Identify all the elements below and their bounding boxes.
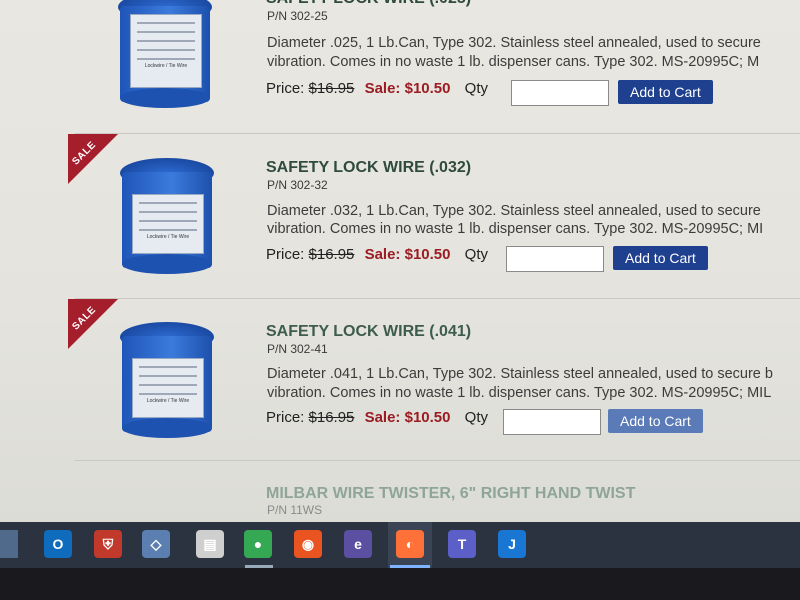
sale-badge: SALE (68, 134, 118, 184)
product-description-line: Diameter .025, 1 Lb.Can, Type 302. Stain… (267, 35, 761, 51)
file-manager-icon[interactable]: ▤ (196, 530, 224, 558)
chrome-icon[interactable]: ● (244, 530, 272, 558)
original-price: $16.95 (308, 80, 355, 97)
teams-icon[interactable]: T (448, 530, 476, 558)
qty-label: Qty (464, 246, 488, 263)
product-image[interactable]: Lockwire / Tie Wire (116, 0, 216, 108)
price-label: Price: (266, 80, 305, 97)
product-title[interactable]: SAFETY LOCK WIRE (.032) (266, 159, 471, 177)
qty-input[interactable] (506, 246, 604, 272)
add-to-cart-button[interactable]: Add to Cart (613, 246, 708, 270)
price-row: Price: $16.95 Sale: $10.50 Qty (266, 80, 488, 97)
shield-app-icon[interactable]: ⛨ (94, 530, 122, 558)
product-image[interactable]: Lockwire / Tie Wire (118, 314, 218, 438)
product-list-page: Lockwire / Tie Wire SAFETY LOCK WIRE (.0… (0, 0, 800, 522)
firefox-icon[interactable]: ◐ (396, 530, 424, 558)
product-part-number: P/N 11WS (267, 503, 323, 517)
qty-input[interactable] (511, 80, 609, 106)
add-to-cart-button[interactable]: Add to Cart (618, 80, 713, 104)
product-title[interactable]: MILBAR WIRE TWISTER, 6" RIGHT HAND TWIST (266, 485, 635, 503)
product-title[interactable]: SAFETY LOCK WIRE (.041) (266, 323, 471, 341)
product-title[interactable]: SAFETY LOCK WIRE (.025) (266, 0, 471, 8)
divider (75, 460, 800, 461)
qty-input[interactable] (503, 409, 601, 435)
product-description-line: Diameter .032, 1 Lb.Can, Type 302. Stain… (267, 203, 761, 219)
ubuntu-icon[interactable]: ◉ (294, 530, 322, 558)
qty-label: Qty (464, 409, 488, 426)
original-price: $16.95 (308, 409, 355, 426)
divider (75, 298, 800, 299)
outlook-icon[interactable]: O (44, 530, 72, 558)
sale-price: Sale: $10.50 (364, 409, 451, 426)
qty-label: Qty (464, 80, 488, 97)
j-app-icon[interactable]: J (498, 530, 526, 558)
price-label: Price: (266, 246, 305, 263)
taskbar-active-indicator (390, 565, 430, 568)
price-label: Price: (266, 409, 305, 426)
taskbar-running-indicator (245, 565, 273, 568)
taskbar-edge-icon[interactable] (0, 530, 18, 558)
eclipse-icon[interactable]: e (344, 530, 372, 558)
product-description-line: vibration. Comes in no waste 1 lb. dispe… (267, 54, 760, 70)
product-description-line: vibration. Comes in no waste 1 lb. dispe… (267, 385, 772, 401)
sale-badge: SALE (68, 299, 118, 349)
product-part-number: P/N 302-25 (267, 9, 328, 23)
add-to-cart-button[interactable]: Add to Cart (608, 409, 703, 433)
product-part-number: P/N 302-41 (267, 342, 328, 356)
price-row: Price: $16.95 Sale: $10.50 Qty (266, 246, 488, 263)
original-price: $16.95 (308, 246, 355, 263)
sale-price: Sale: $10.50 (364, 80, 451, 97)
sale-price: Sale: $10.50 (364, 246, 451, 263)
product-image[interactable]: Lockwire / Tie Wire (118, 150, 218, 274)
divider (75, 133, 800, 134)
taskbar: O ⛨ ◇ ▤ ● ◉ e ◐ T J (0, 522, 800, 568)
product-part-number: P/N 302-32 (267, 178, 328, 192)
virtualbox-icon[interactable]: ◇ (142, 530, 170, 558)
product-description-line: Diameter .041, 1 Lb.Can, Type 302. Stain… (267, 366, 773, 382)
price-row: Price: $16.95 Sale: $10.50 Qty (266, 409, 488, 426)
product-description-line: vibration. Comes in no waste 1 lb. dispe… (267, 221, 764, 237)
